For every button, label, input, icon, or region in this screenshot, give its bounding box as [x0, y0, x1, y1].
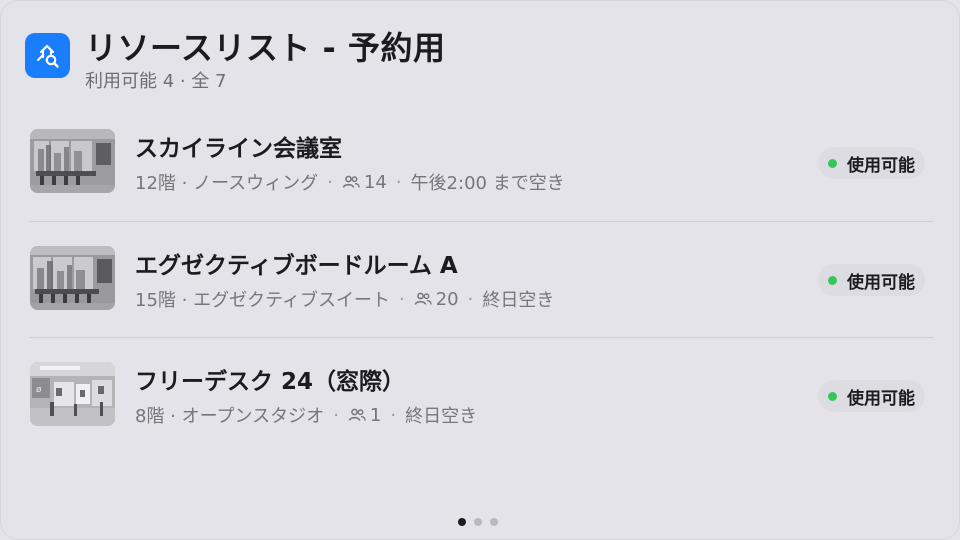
- status-badge: 使用可能: [818, 380, 925, 412]
- list-item[interactable]: スカイライン会議室 12階 · ノースウィング · 14 · 午後2:00 まで…: [29, 105, 933, 221]
- room-search-icon[interactable]: [25, 33, 70, 78]
- list-item[interactable]: ø フリーデスク 24（窓際） 8階 · オープンスタジオ · 1 · 終日空き…: [29, 337, 933, 453]
- widget-header: リソースリスト - 予約用 利用可能 4 · 全 7: [25, 23, 905, 93]
- widget-title: リソースリスト - 予約用: [85, 29, 446, 67]
- resource-name: フリーデスク 24（窓際）: [135, 369, 406, 395]
- resource-availability: 終日空き: [405, 406, 478, 427]
- resource-name: エグゼクティブボードルーム A: [135, 253, 458, 279]
- page-indicator[interactable]: [458, 518, 498, 526]
- svg-text:ø: ø: [36, 385, 42, 395]
- people-icon: [348, 408, 366, 421]
- resource-meta: 15階 · エグゼクティブスイート · 20 · 終日空き: [135, 286, 554, 312]
- resource-name: スカイライン会議室: [135, 136, 342, 162]
- resource-list-widget: リソースリスト - 予約用 利用可能 4 · 全 7 スカイライン会議室 12階…: [0, 0, 960, 540]
- resource-capacity: 1: [369, 404, 382, 426]
- resource-floor: 12階 · ノースウィング: [135, 173, 319, 194]
- available-dot-icon: [828, 391, 837, 401]
- resource-capacity: 14: [363, 171, 387, 193]
- open-office-thumbnail: ø: [30, 362, 115, 426]
- conference-room-thumbnail: [30, 129, 115, 193]
- resource-list: スカイライン会議室 12階 · ノースウィング · 14 · 午後2:00 まで…: [29, 105, 933, 453]
- people-icon: [342, 175, 360, 188]
- people-icon: [414, 292, 432, 305]
- list-item[interactable]: エグゼクティブボードルーム A 15階 · エグゼクティブスイート · 20 ·…: [29, 221, 933, 337]
- availability-summary: 利用可能 4 · 全 7: [85, 71, 227, 92]
- resource-meta: 8階 · オープンスタジオ · 1 · 終日空き: [135, 402, 477, 428]
- resource-floor: 15階 · エグゼクティブスイート: [135, 290, 390, 311]
- resource-floor: 8階 · オープンスタジオ: [135, 406, 325, 427]
- page-dot-3[interactable]: [490, 518, 498, 526]
- page-dot-2[interactable]: [474, 518, 482, 526]
- resource-meta: 12階 · ノースウィング · 14 · 午後2:00 まで空き: [135, 169, 565, 195]
- resource-capacity: 20: [435, 288, 459, 310]
- status-label: 使用可能: [847, 272, 915, 293]
- status-badge: 使用可能: [818, 264, 925, 296]
- status-label: 使用可能: [847, 155, 915, 176]
- available-dot-icon: [828, 158, 837, 168]
- boardroom-thumbnail: [30, 246, 115, 310]
- available-dot-icon: [828, 275, 837, 285]
- status-label: 使用可能: [847, 388, 915, 409]
- resource-availability: 午後2:00 まで空き: [410, 173, 565, 194]
- resource-availability: 終日空き: [482, 290, 555, 311]
- page-dot-1[interactable]: [458, 518, 466, 526]
- status-badge: 使用可能: [818, 147, 925, 179]
